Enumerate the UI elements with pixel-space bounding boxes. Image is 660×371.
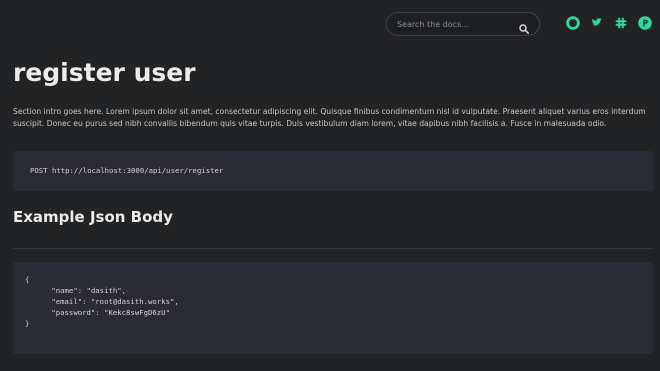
search-box[interactable] [386, 12, 540, 36]
product-hunt-icon [638, 16, 652, 30]
page-title: register user [13, 58, 196, 87]
twitter-icon [590, 16, 604, 30]
twitter-link[interactable] [590, 16, 604, 30]
top-bar [0, 0, 660, 48]
github-link[interactable] [566, 16, 580, 30]
section-divider [13, 248, 653, 249]
product-hunt-link[interactable] [638, 16, 652, 30]
github-icon [566, 16, 580, 30]
search-input[interactable] [397, 16, 515, 32]
slack-link[interactable] [614, 16, 628, 30]
example-json-code-block: { "name": "dasith", "email": "root@dasit… [13, 262, 653, 354]
endpoint-code-block: POST http://localhost:3000/api/user/regi… [13, 151, 653, 191]
slack-icon [614, 16, 628, 30]
search-icon[interactable] [519, 19, 530, 35]
section-intro: Section intro goes here. Lorem ipsum dol… [13, 107, 646, 128]
example-json-text: { "name": "dasith", "email": "root@dasit… [25, 275, 179, 328]
example-json-heading: Example Json Body [13, 208, 173, 226]
endpoint-text: POST http://localhost:3000/api/user/regi… [30, 166, 224, 175]
